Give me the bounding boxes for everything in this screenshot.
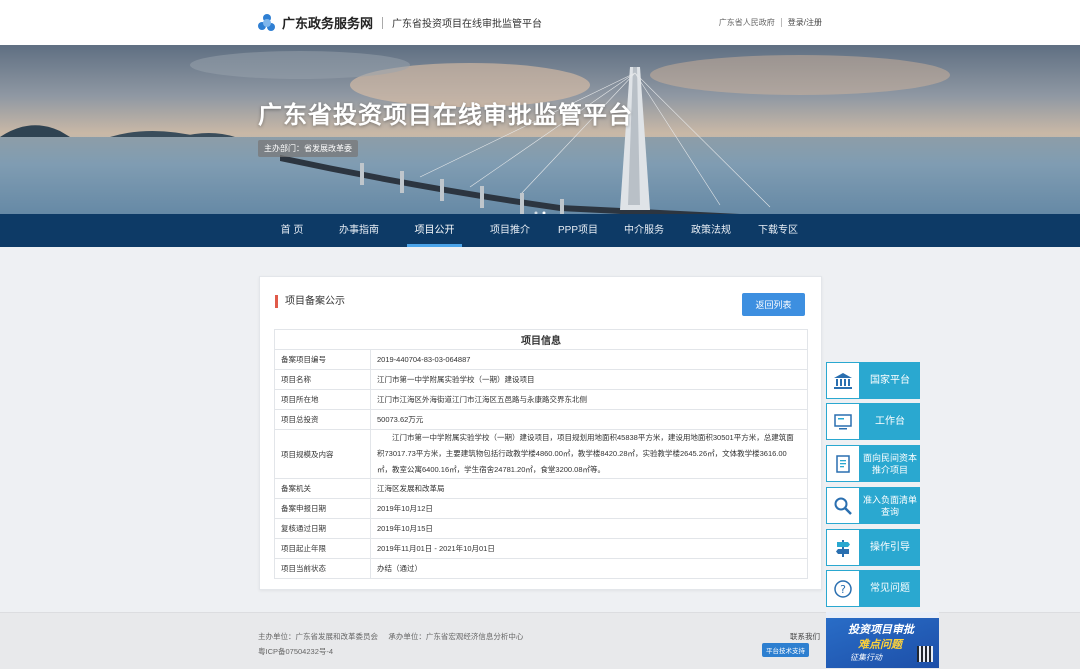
- row-label: 项目所在地: [274, 389, 371, 410]
- guide-button[interactable]: 操作引导: [826, 529, 920, 566]
- negative-list-button[interactable]: 准入负面清单查询: [826, 487, 920, 524]
- row-label: 备案项目编号: [274, 349, 371, 370]
- tech-support-badge[interactable]: 平台技术支持: [762, 643, 809, 657]
- row-value: 办结（通过）: [370, 558, 808, 579]
- site-name: 广东政务服务网: [282, 16, 374, 31]
- side-label: 工作台: [875, 415, 905, 427]
- bank-icon: [826, 362, 860, 399]
- workbench-button[interactable]: 工作台: [826, 403, 920, 440]
- row-label: 备案机关: [274, 478, 371, 499]
- nav-project-public[interactable]: 项目公开: [407, 214, 462, 247]
- side-label: 面向民间资本推介项目: [862, 452, 917, 475]
- table-row: 项目规模及内容 江门市第一中学附属实验学校（一期）建设项目，项目规划用地面积45…: [274, 429, 808, 479]
- side-label: 国家平台: [870, 374, 910, 386]
- nav-download[interactable]: 下载专区: [753, 214, 803, 247]
- search-icon: [826, 487, 860, 524]
- nav-intermediary[interactable]: 中介服务: [619, 214, 669, 247]
- footer-sponsors: 主办单位：广东省发展和改革委员会 承办单位：广东省宏观经济信息分析中心: [258, 631, 523, 642]
- divider: [780, 18, 782, 27]
- table-header-row: 项目信息: [274, 329, 808, 350]
- qr-code-icon: [917, 646, 933, 662]
- promo-strip: [826, 612, 939, 618]
- row-label: 复核通过日期: [274, 518, 371, 539]
- row-label: 项目名称: [274, 369, 371, 390]
- banner-dept-badge: 主办部门：省发展改革委: [258, 140, 358, 157]
- nav-ppp[interactable]: PPP项目: [553, 214, 603, 247]
- table-row: 项目总投资 50073.62万元: [274, 409, 808, 430]
- row-value: 江门市第一中学附属实验学校（一期）建设项目，项目规划用地面积45838平方米，建…: [370, 429, 808, 479]
- promo-line2: 难点问题: [858, 639, 902, 651]
- side-label: 常见问题: [870, 582, 910, 594]
- row-label: 项目当前状态: [274, 558, 371, 579]
- side-label: 准入负面清单查询: [862, 494, 917, 517]
- svg-text:?: ?: [840, 583, 846, 596]
- table-row: 复核通过日期 2019年10月15日: [274, 518, 808, 539]
- panel-title: 项目备案公示: [275, 295, 345, 308]
- row-label: 项目规模及内容: [274, 429, 371, 479]
- platform-name: 广东省投资项目在线审批监管平台: [392, 19, 543, 30]
- faq-button[interactable]: ? 常见问题: [826, 570, 920, 607]
- nav-project-promotion[interactable]: 项目推介: [485, 214, 535, 247]
- logo-icon: [258, 13, 276, 32]
- table-row: 项目当前状态 办结（通过）: [274, 558, 808, 579]
- bridge-illustration: [0, 51, 1080, 215]
- nav-policy[interactable]: 政策法规: [686, 214, 736, 247]
- row-value: 江门市第一中学附属实验学校（一期）建设项目: [370, 369, 808, 390]
- project-info-table: 项目信息 备案项目编号 2019-440704-83-03-064887 项目名…: [274, 329, 808, 579]
- top-links: 广东省人民政府 登录/注册: [719, 17, 822, 28]
- project-detail-panel: 项目备案公示 返回列表 项目信息 备案项目编号 2019-440704-83-0…: [259, 276, 822, 590]
- hero-banner: 广东省投资项目在线审批监管平台 主办部门：省发展改革委: [0, 45, 1080, 215]
- footer-icp[interactable]: 粤ICP备07504232号-4: [258, 646, 333, 657]
- promo-line1: 投资项目审批: [848, 624, 914, 636]
- side-label: 操作引导: [870, 541, 910, 553]
- row-label: 项目总投资: [274, 409, 371, 430]
- table-row: 备案项目编号 2019-440704-83-03-064887: [274, 349, 808, 370]
- table-row: 项目名称 江门市第一中学附属实验学校（一期）建设项目: [274, 369, 808, 390]
- banner-title: 广东省投资项目在线审批监管平台: [258, 102, 633, 129]
- row-value: 50073.62万元: [370, 409, 808, 430]
- signpost-icon: [826, 529, 860, 566]
- monitor-icon: [826, 403, 860, 440]
- gov-link[interactable]: 广东省人民政府: [719, 17, 775, 28]
- nav-guide[interactable]: 办事指南: [334, 214, 384, 247]
- promo-banner[interactable]: 投资项目审批 难点问题 征集行动: [826, 612, 939, 668]
- main-nav: 首 页 办事指南 项目公开 项目推介 PPP项目 中介服务 政策法规 下载专区: [0, 214, 1080, 247]
- row-value: 江门市江海区外海街道江门市江海区五邑路与永康路交界东北侧: [370, 389, 808, 410]
- row-value: 2019-440704-83-03-064887: [370, 349, 808, 370]
- contact-us-link[interactable]: 联系我们: [790, 631, 820, 642]
- site-logo[interactable]: 广东政务服务网 广东省投资项目在线审批监管平台: [258, 13, 542, 32]
- table-title: 项目信息: [274, 329, 808, 350]
- document-icon: [826, 445, 860, 482]
- row-value: 江海区发展和改革局: [370, 478, 808, 499]
- national-platform-button[interactable]: 国家平台: [826, 362, 920, 399]
- row-label: 项目起止年限: [274, 538, 371, 559]
- row-value: 2019年10月12日: [370, 498, 808, 519]
- top-header: 广东政务服务网 广东省投资项目在线审批监管平台 广东省人民政府 登录/注册: [0, 0, 1080, 45]
- divider: [382, 16, 384, 29]
- table-row: 项目起止年限 2019年11月01日 - 2021年10月01日: [274, 538, 808, 559]
- table-row: 备案申报日期 2019年10月12日: [274, 498, 808, 519]
- table-row: 项目所在地 江门市江海区外海街道江门市江海区五邑路与永康路交界东北侧: [274, 389, 808, 410]
- promo-line3: 征集行动: [850, 653, 882, 662]
- row-value: 2019年10月15日: [370, 518, 808, 539]
- footer-sponsor: 主办单位：广东省发展和改革委员会: [258, 632, 378, 641]
- footer-organizer: 承办单位：广东省宏观经济信息分析中心: [388, 632, 524, 641]
- row-value: 2019年11月01日 - 2021年10月01日: [370, 538, 808, 559]
- row-label: 备案申报日期: [274, 498, 371, 519]
- return-list-button[interactable]: 返回列表: [742, 293, 805, 316]
- login-link[interactable]: 登录/注册: [788, 17, 822, 28]
- question-icon: ?: [826, 570, 860, 607]
- table-row: 备案机关 江海区发展和改革局: [274, 478, 808, 499]
- private-capital-button[interactable]: 面向民间资本推介项目: [826, 445, 920, 482]
- nav-home[interactable]: 首 页: [272, 214, 312, 247]
